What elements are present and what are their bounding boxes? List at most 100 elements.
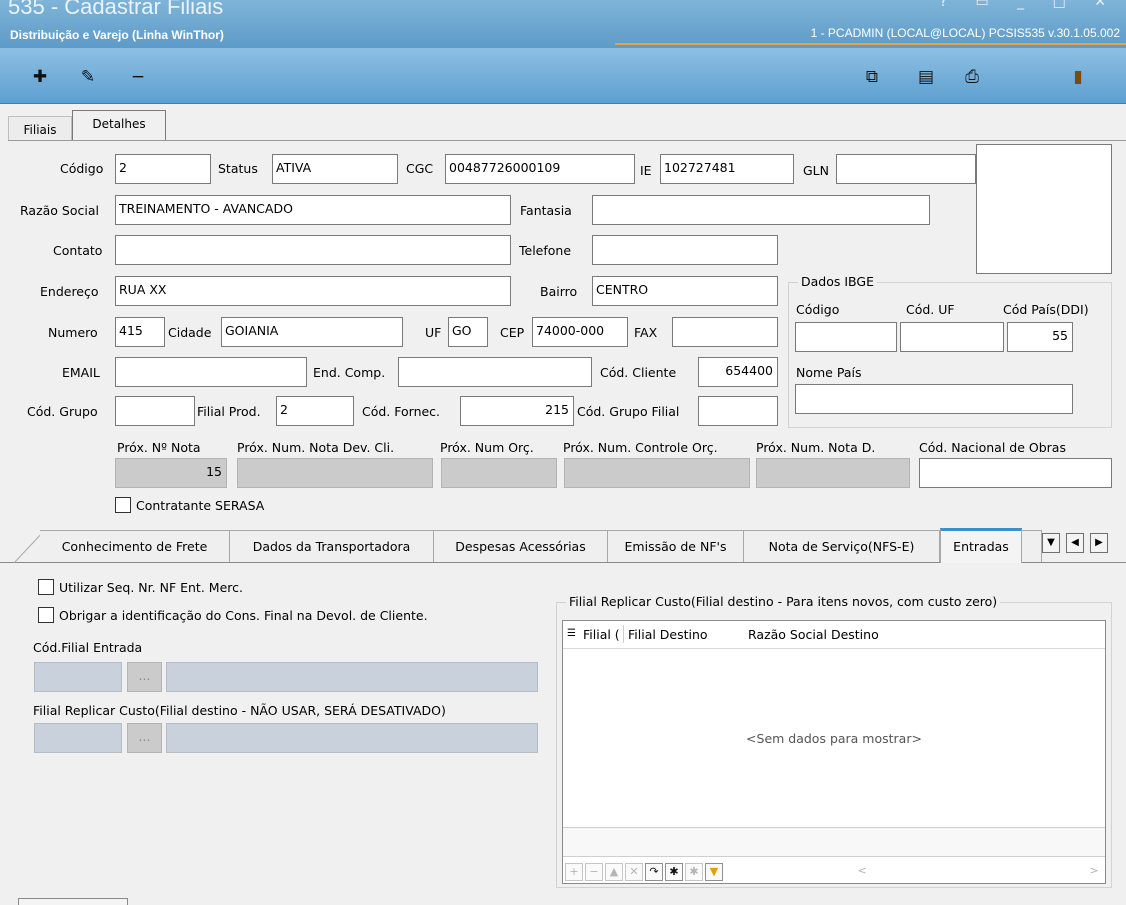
cod-grupo-field[interactable] xyxy=(115,396,195,426)
filial-replicar-grid[interactable]: ☰ Filial ( Filial Destino Razão Social D… xyxy=(562,620,1106,884)
numero-label: Numero xyxy=(48,325,98,340)
cod-filial-entrada-label: Cód.Filial Entrada xyxy=(33,640,143,655)
status-label: Status xyxy=(218,161,258,176)
column-filial[interactable]: Filial ( xyxy=(583,627,620,642)
grid-scroll-left-icon[interactable]: < xyxy=(853,863,871,881)
photo-box[interactable] xyxy=(976,144,1112,274)
session-underline xyxy=(615,43,1126,45)
cod-filial-entrada-field[interactable] xyxy=(34,662,122,692)
grid-scroll-right-icon[interactable]: > xyxy=(1085,863,1103,881)
cod-obras-field[interactable] xyxy=(919,458,1112,488)
fax-field[interactable] xyxy=(672,317,778,347)
ibge-cod-pais-label: Cód País(DDI) xyxy=(1003,302,1089,317)
telefone-field[interactable] xyxy=(592,235,778,265)
grid-refresh-icon[interactable]: ↷ xyxy=(645,863,663,881)
cod-grupo-label: Cód. Grupo xyxy=(27,404,98,419)
cod-obras-label: Cód. Nacional de Obras xyxy=(919,440,1066,455)
prox-nota-dev-label: Próx. Num. Nota Dev. Cli. xyxy=(237,440,395,455)
grid-edit-icon[interactable]: ▲ xyxy=(605,863,623,881)
notes-icon[interactable]: ▤ xyxy=(914,65,938,89)
column-chooser-icon[interactable]: ☰ xyxy=(567,628,576,639)
subtab-emissao-nfs[interactable]: Emissão de NF's xyxy=(608,530,744,562)
end-comp-label: End. Comp. xyxy=(313,365,386,380)
ibge-cod-uf-field[interactable] xyxy=(900,322,1004,352)
session-info: 1 - PCADMIN (LOCAL@LOCAL) PCSIS535 v.30.… xyxy=(810,26,1120,40)
razao-social-label: Razão Social xyxy=(20,203,99,218)
uf-label: UF xyxy=(425,325,442,340)
prox-nota-d-field xyxy=(756,458,910,488)
subtab-next-button[interactable]: ▶ xyxy=(1090,533,1108,553)
add-icon[interactable]: ✚ xyxy=(28,65,52,89)
ie-field[interactable]: 102727481 xyxy=(660,154,794,184)
fantasia-field[interactable] xyxy=(592,195,930,225)
cgc-label: CGC xyxy=(406,161,434,176)
grid-add-icon[interactable]: + xyxy=(565,863,583,881)
window-subtitle: Distribuição e Varejo (Linha WinThor) xyxy=(10,28,224,42)
obrigar-ident-checkbox[interactable] xyxy=(38,607,54,623)
bairro-field[interactable]: CENTRO xyxy=(592,276,778,306)
subtab-conhecimento-frete[interactable]: Conhecimento de Frete xyxy=(40,530,230,562)
filial-prod-field[interactable]: 2 xyxy=(276,396,354,426)
contato-label: Contato xyxy=(53,243,103,258)
grid-footer xyxy=(563,827,1105,857)
numero-field[interactable]: 415 xyxy=(115,317,165,347)
subtab-nota-servico[interactable]: Nota de Serviço(NFS-E) xyxy=(744,530,940,562)
cod-cliente-label: Cód. Cliente xyxy=(600,365,677,380)
cod-grupo-filial-field[interactable] xyxy=(698,396,778,426)
ibge-cod-uf-label: Cód. UF xyxy=(906,302,955,317)
fantasia-label: Fantasia xyxy=(520,203,572,218)
contato-field[interactable] xyxy=(115,235,511,265)
edit-icon[interactable]: ✎ xyxy=(76,65,100,89)
gln-field[interactable] xyxy=(836,154,976,184)
bottom-tab-stub[interactable] xyxy=(18,898,128,905)
status-field[interactable]: ATIVA xyxy=(272,154,398,184)
subtab-menu-button[interactable]: ▼ xyxy=(1042,533,1060,553)
print-icon[interactable]: ⎙ xyxy=(960,65,984,89)
cod-filial-entrada-desc-field xyxy=(166,662,538,692)
cod-cliente-field[interactable]: 654400 xyxy=(698,357,778,387)
endereco-field[interactable]: RUA XX xyxy=(115,276,511,306)
cod-filial-entrada-lookup-button[interactable]: ... xyxy=(127,662,162,692)
prox-nota-dev-field xyxy=(237,458,433,488)
grid-cancel-icon[interactable]: ✕ xyxy=(625,863,643,881)
subtab-prev-button[interactable]: ◀ xyxy=(1066,533,1084,553)
remove-icon[interactable]: − xyxy=(126,65,150,89)
prox-orc-label: Próx. Num Orç. xyxy=(440,440,534,455)
cod-fornec-field[interactable]: 215 xyxy=(460,396,574,426)
subtab-dados-transportadora[interactable]: Dados da Transportadora xyxy=(230,530,434,562)
subtab-overflow[interactable] xyxy=(1022,530,1042,562)
window-controls[interactable]: ? ▭ _ □ ✕ xyxy=(940,0,1118,10)
window-title: 535 - Cadastrar Filiais xyxy=(8,0,224,19)
uf-field[interactable]: GO xyxy=(448,317,488,347)
end-comp-field[interactable] xyxy=(398,357,592,387)
grid-goto-bookmark-icon[interactable]: ✱ xyxy=(685,863,703,881)
ibge-codigo-field[interactable] xyxy=(795,322,897,352)
subtab-entradas[interactable]: Entradas xyxy=(940,528,1022,563)
prox-nota-field: 15 xyxy=(115,458,227,488)
column-separator xyxy=(623,625,624,643)
column-filial-destino[interactable]: Filial Destino xyxy=(628,627,708,642)
codigo-field[interactable]: 2 xyxy=(115,154,211,184)
utilizar-seq-checkbox[interactable] xyxy=(38,579,54,595)
cidade-field[interactable]: GOIANIA xyxy=(221,317,403,347)
cep-field[interactable]: 74000-000 xyxy=(532,317,628,347)
email-field[interactable] xyxy=(115,357,307,387)
tab-detalhes[interactable]: Detalhes xyxy=(72,110,166,140)
subtab-despesas-acessorias[interactable]: Despesas Acessórias xyxy=(434,530,608,562)
razao-social-field[interactable]: TREINAMENTO - AVANCADO xyxy=(115,195,511,225)
filial-prod-label: Filial Prod. xyxy=(197,404,261,419)
ibge-cod-pais-field[interactable]: 55 xyxy=(1007,322,1073,352)
tab-filiais[interactable]: Filiais xyxy=(8,116,72,140)
gln-label: GLN xyxy=(803,163,830,178)
grid-delete-icon[interactable]: − xyxy=(585,863,603,881)
filial-replicar-old-field[interactable] xyxy=(34,723,122,753)
filial-replicar-old-lookup-button[interactable]: ... xyxy=(127,723,162,753)
ibge-nome-pais-field[interactable] xyxy=(795,384,1073,414)
grid-bookmark-icon[interactable]: ✱ xyxy=(665,863,683,881)
column-razao-social-destino[interactable]: Razão Social Destino xyxy=(748,627,879,642)
contratante-serasa-checkbox[interactable] xyxy=(115,497,131,513)
cgc-field[interactable]: 00487726000109 xyxy=(445,154,635,184)
copy-icon[interactable]: ⧉ xyxy=(860,65,884,89)
grid-filter-icon[interactable]: ▼ xyxy=(705,863,723,881)
exit-icon[interactable]: ▮ xyxy=(1066,65,1090,89)
